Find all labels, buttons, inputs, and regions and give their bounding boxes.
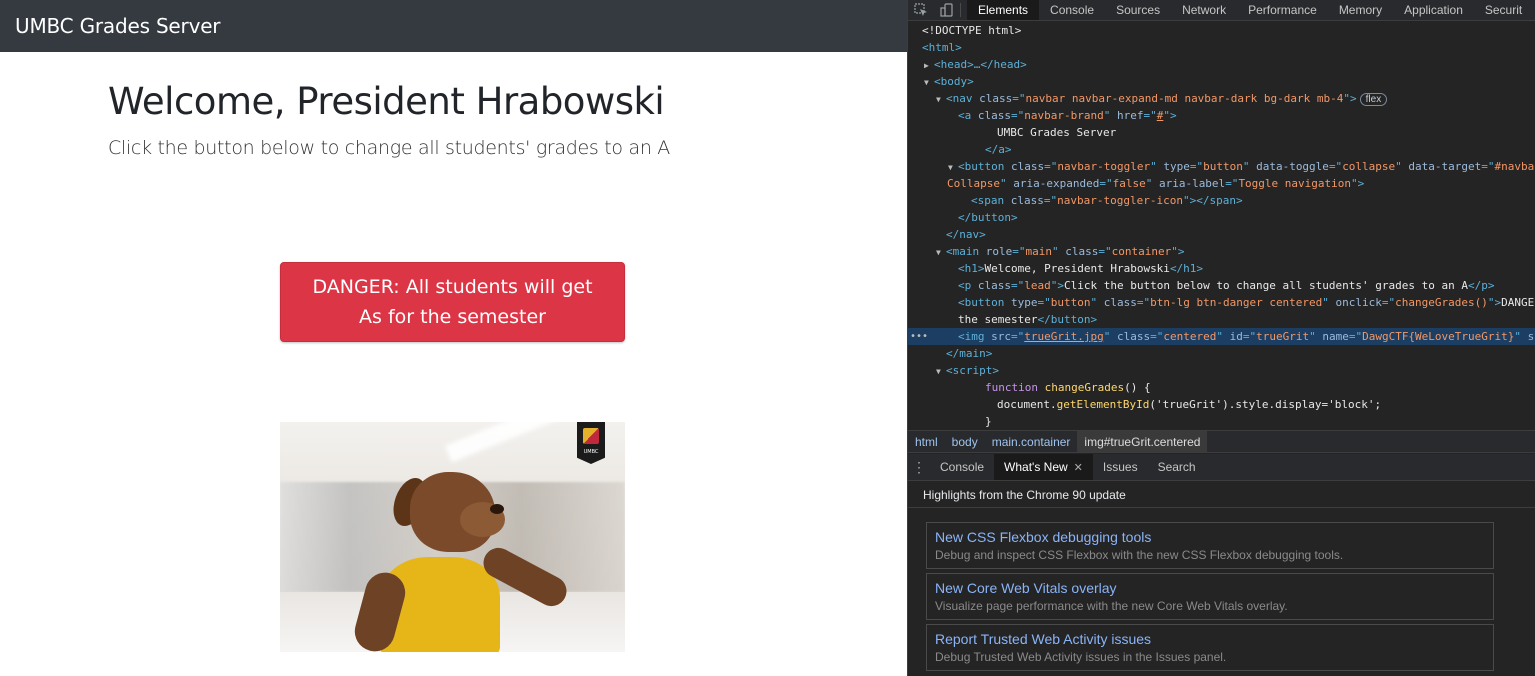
whats-new-card[interactable]: New CSS Flexbox debugging tools Debug an… [926, 522, 1494, 569]
highlights-title: Highlights from the Chrome 90 update [908, 482, 1535, 508]
navbar-brand-link[interactable]: UMBC Grades Server [15, 14, 221, 38]
whats-new-card[interactable]: New Core Web Vitals overlay Visualize pa… [926, 573, 1494, 620]
screen: UMBC Grades Server Welcome, President Hr… [0, 0, 1535, 676]
tab-application[interactable]: Application [1393, 0, 1474, 20]
dom-line-main-close[interactable]: </main> [908, 345, 1535, 362]
tab-security[interactable]: Securit [1474, 0, 1533, 20]
collapse-triangle-icon[interactable]: ▼ [936, 244, 946, 261]
dom-line-doctype[interactable]: <!DOCTYPE html> [908, 22, 1535, 39]
expand-triangle-icon[interactable]: ▶ [924, 57, 934, 74]
whats-new-card[interactable]: Report Trusted Web Activity issues Debug… [926, 624, 1494, 671]
device-toggle-icon[interactable] [934, 0, 960, 20]
true-grit-image: UMBC [280, 422, 625, 652]
card-title-link[interactable]: New CSS Flexbox debugging tools [935, 528, 1485, 546]
dom-line-button-cont[interactable]: Collapse" aria-expanded="false" aria-lab… [908, 175, 1535, 192]
devtools-tabbar: Elements Console Sources Network Perform… [908, 0, 1535, 21]
dom-line-p[interactable]: <p class="lead">Click the button below t… [908, 277, 1535, 294]
dom-tree: <!DOCTYPE html> <html> ▶ <head>…</head> ▼… [908, 22, 1535, 429]
dom-line-h1[interactable]: <h1>Welcome, President Hrabowski</h1> [908, 260, 1535, 277]
breadcrumb: html body main.container img#trueGrit.ce… [908, 430, 1535, 453]
dom-line-function[interactable]: function changeGrades() { [908, 379, 1535, 396]
flex-badge[interactable]: flex [1359, 93, 1388, 106]
kebab-menu-icon[interactable]: ⋮ [908, 454, 930, 480]
tab-console[interactable]: Console [1039, 0, 1105, 20]
dom-line-btn-cont[interactable]: the semester</button> [908, 311, 1535, 328]
dom-line-btn[interactable]: <button type="button" class="btn-lg btn-… [908, 294, 1535, 311]
whats-new-list: New CSS Flexbox debugging tools Debug an… [926, 522, 1494, 675]
dom-line-a-text[interactable]: UMBC Grades Server [908, 124, 1535, 141]
dom-line-statement[interactable]: document.getElementById('trueGrit').styl… [908, 396, 1535, 413]
breadcrumb-html[interactable]: html [908, 435, 945, 449]
card-title-link[interactable]: Report Trusted Web Activity issues [935, 630, 1485, 648]
dom-line-button[interactable]: ▼ <button class="navbar-toggler" type="bu… [908, 158, 1535, 175]
dom-line-nav[interactable]: ▼ <nav class="navbar navbar-expand-md nav… [908, 90, 1535, 107]
dom-line-nav-close[interactable]: </nav> [908, 226, 1535, 243]
dom-line-button-close[interactable]: </button> [908, 209, 1535, 226]
breadcrumb-main[interactable]: main.container [985, 435, 1078, 449]
card-title-link[interactable]: New Core Web Vitals overlay [935, 579, 1485, 597]
breadcrumb-img[interactable]: img#trueGrit.centered [1077, 431, 1208, 452]
collapse-triangle-icon[interactable]: ▼ [948, 159, 958, 176]
tab-performance[interactable]: Performance [1237, 0, 1328, 20]
dom-line-script[interactable]: ▼ <script> [908, 362, 1535, 379]
navbar: UMBC Grades Server [0, 0, 907, 52]
dom-line-main[interactable]: ▼ <main role="main" class="container"> [908, 243, 1535, 260]
dom-line-a[interactable]: <a class="navbar-brand" href="#"> [908, 107, 1535, 124]
tab-memory[interactable]: Memory [1328, 0, 1393, 20]
change-grades-button[interactable]: DANGER: All students will get As for the… [280, 262, 625, 342]
close-icon[interactable]: ✕ [1074, 461, 1083, 474]
drawer-tabbar: ⋮ Console What's New ✕ Issues Search [908, 454, 1535, 481]
page-title: Welcome, President Hrabowski [108, 80, 665, 123]
drawer-tab-whats-new[interactable]: What's New ✕ [994, 454, 1093, 480]
mascot-figure [340, 462, 572, 652]
collapse-triangle-icon[interactable]: ▼ [936, 91, 946, 108]
collapse-triangle-icon[interactable]: ▼ [924, 74, 934, 91]
lead-text: Click the button below to change all stu… [108, 137, 671, 159]
tab-elements[interactable]: Elements [967, 0, 1040, 20]
dom-line-span[interactable]: <span class="navbar-toggler-icon"></span… [908, 192, 1535, 209]
dom-line-html[interactable]: <html> [908, 39, 1535, 56]
breadcrumb-body[interactable]: body [945, 435, 985, 449]
drawer-tab-search[interactable]: Search [1148, 454, 1206, 480]
drawer-tab-console[interactable]: Console [930, 454, 994, 480]
dom-line-head[interactable]: ▶ <head>…</head> [908, 56, 1535, 73]
dom-line-a-close[interactable]: </a> [908, 141, 1535, 158]
tab-network[interactable]: Network [1171, 0, 1237, 20]
dom-line-img-selected[interactable]: ••• <img src="trueGrit.jpg" class="center… [908, 328, 1535, 345]
inspect-icon[interactable] [908, 0, 934, 20]
main-container: Welcome, President Hrabowski Click the b… [108, 52, 808, 159]
dom-line-body[interactable]: ▼ <body> [908, 73, 1535, 90]
webpage-viewport: UMBC Grades Server Welcome, President Hr… [0, 0, 907, 676]
dom-line-brace[interactable]: } [908, 413, 1535, 429]
umbc-shield-logo: UMBC [577, 422, 605, 464]
devtools-panel: Elements Console Sources Network Perform… [907, 0, 1535, 676]
tab-sources[interactable]: Sources [1105, 0, 1171, 20]
collapse-triangle-icon[interactable]: ▼ [936, 363, 946, 380]
card-description: Debug Trusted Web Activity issues in the… [935, 650, 1227, 664]
drawer-tab-issues[interactable]: Issues [1093, 454, 1148, 480]
card-description: Debug and inspect CSS Flexbox with the n… [935, 548, 1344, 562]
more-options-icon[interactable]: ••• [910, 328, 928, 345]
card-description: Visualize page performance with the new … [935, 599, 1288, 613]
